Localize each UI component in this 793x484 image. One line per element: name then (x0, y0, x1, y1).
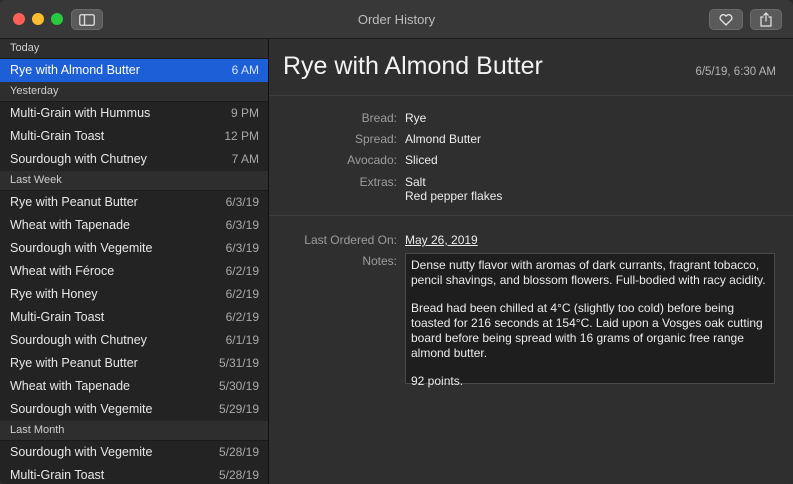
item-name: Rye with Honey (10, 287, 98, 301)
order-list-sidebar[interactable]: Today Rye with Almond Butter 6 AM Yester… (0, 39, 269, 484)
avocado-value: Sliced (405, 153, 438, 167)
notes-text-area[interactable]: Dense nutty flavor with aromas of dark c… (405, 253, 775, 388)
extras-value-1: Salt (405, 175, 426, 189)
item-name: Rye with Peanut Butter (10, 356, 138, 370)
favorite-button[interactable] (709, 9, 743, 30)
spread-value: Almond Butter (405, 132, 482, 146)
list-item[interactable]: Sourdough with Chutney 7 AM (0, 148, 268, 171)
order-date: 6/5/19, 6:30 AM (695, 66, 776, 78)
item-time: 5/28/19 (218, 445, 259, 459)
share-icon (760, 12, 772, 27)
heart-icon (719, 13, 733, 26)
item-time: 5/31/19 (218, 356, 259, 370)
list-item[interactable]: Multi-Grain Toast 5/28/19 (0, 464, 268, 484)
item-time: 6 AM (231, 63, 259, 77)
item-name: Wheat with Tapenade (10, 379, 130, 393)
item-name: Multi-Grain Toast (10, 129, 105, 143)
divider (269, 215, 793, 216)
bread-value: Rye (405, 111, 427, 125)
item-time: 5/30/19 (218, 379, 259, 393)
bread-label: Bread: (361, 111, 397, 125)
last-ordered-date-link[interactable]: May 26, 2019 (405, 233, 478, 247)
notes-paragraph: Bread had been chilled at 4°C (slightly … (411, 301, 763, 360)
list-item[interactable]: Wheat with Tapenade 6/3/19 (0, 214, 268, 237)
list-item[interactable]: Sourdough with Vegemite 5/28/19 (0, 441, 268, 464)
notes-paragraph: 92 points. (411, 374, 464, 388)
avocado-label: Avocado: (347, 153, 397, 167)
list-item[interactable]: Wheat with Féroce 6/2/19 (0, 260, 268, 283)
section-header-last-week: Last Week (0, 171, 268, 191)
item-name: Sourdough with Vegemite (10, 445, 153, 459)
notes-label: Notes: (362, 254, 397, 268)
item-name: Sourdough with Chutney (10, 333, 147, 347)
item-name: Multi-Grain Toast (10, 310, 105, 324)
list-item[interactable]: Rye with Honey 6/2/19 (0, 283, 268, 306)
notes-paragraph: Dense nutty flavor with aromas of dark c… (411, 258, 766, 287)
order-title: Rye with Almond Butter (283, 52, 543, 80)
spread-label: Spread: (354, 132, 397, 146)
item-name: Multi-Grain with Hummus (10, 106, 151, 120)
item-time: 6/3/19 (225, 218, 259, 232)
list-item[interactable]: Multi-Grain Toast 6/2/19 (0, 306, 268, 329)
item-time: 5/28/19 (218, 468, 259, 482)
section-header-today: Today (0, 39, 268, 59)
list-item[interactable]: Sourdough with Chutney 6/1/19 (0, 329, 268, 352)
item-name: Sourdough with Vegemite (10, 241, 153, 255)
section-header-last-month: Last Month (0, 421, 268, 441)
item-time: 12 PM (224, 129, 259, 143)
item-time: 5/29/19 (218, 402, 259, 416)
item-time: 7 AM (231, 152, 259, 166)
share-button[interactable] (750, 9, 782, 30)
list-item[interactable]: Multi-Grain Toast 12 PM (0, 125, 268, 148)
list-item[interactable]: Wheat with Tapenade 5/30/19 (0, 375, 268, 398)
item-time: 6/2/19 (225, 310, 259, 324)
order-detail-pane: Rye with Almond Butter 6/5/19, 6:30 AM B… (269, 39, 793, 484)
list-item[interactable]: Rye with Peanut Butter 5/31/19 (0, 352, 268, 375)
item-name: Rye with Peanut Butter (10, 195, 138, 209)
order-history-window: Order History Today Rye with Almond Butt… (0, 0, 793, 484)
extras-label: Extras: (359, 175, 397, 189)
list-item[interactable]: Rye with Almond Butter 6 AM (0, 59, 268, 82)
item-name: Sourdough with Chutney (10, 152, 147, 166)
item-time: 6/3/19 (225, 195, 259, 209)
item-name: Wheat with Féroce (10, 264, 115, 278)
item-time: 9 PM (230, 106, 259, 120)
list-item[interactable]: Sourdough with Vegemite 5/29/19 (0, 398, 268, 421)
title-bar: Order History (0, 0, 793, 39)
item-time: 6/2/19 (225, 287, 259, 301)
item-name: Sourdough with Vegemite (10, 402, 153, 416)
section-header-yesterday: Yesterday (0, 82, 268, 102)
window-title: Order History (357, 12, 436, 27)
last-ordered-label: Last Ordered On: (304, 233, 397, 247)
list-item[interactable]: Sourdough with Vegemite 6/3/19 (0, 237, 268, 260)
list-item[interactable]: Multi-Grain with Hummus 9 PM (0, 102, 268, 125)
item-name: Rye with Almond Butter (10, 63, 140, 77)
item-name: Multi-Grain Toast (10, 468, 105, 482)
item-time: 6/3/19 (225, 241, 259, 255)
extras-value-2: Red pepper flakes (405, 189, 503, 203)
item-name: Wheat with Tapenade (10, 218, 130, 232)
item-time: 6/1/19 (225, 333, 259, 347)
divider (269, 95, 793, 96)
item-time: 6/2/19 (225, 264, 259, 278)
list-item[interactable]: Rye with Peanut Butter 6/3/19 (0, 191, 268, 214)
